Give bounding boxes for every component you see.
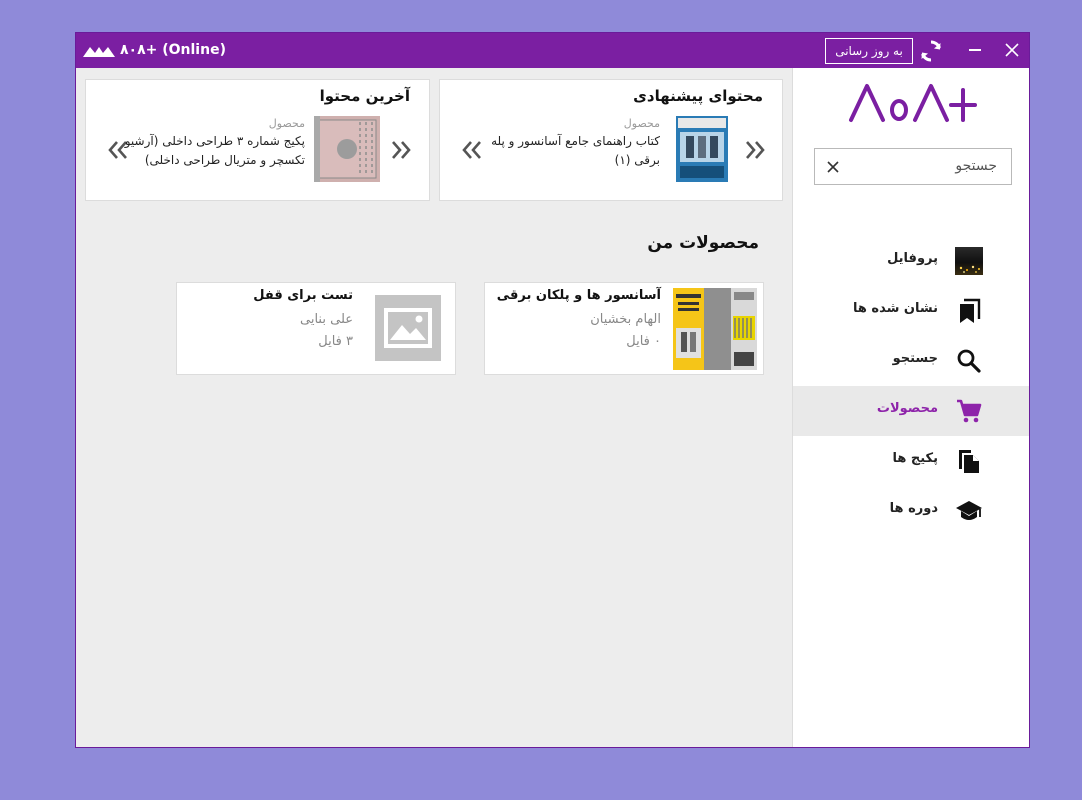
recommended-content-card: محتوای پیشنهادی کتاب راهنمای جامع آسانسو… [439, 79, 783, 201]
sidebar-item-profile[interactable]: پروفایل [793, 236, 1029, 286]
product-author: الهام بخشیان [590, 312, 661, 327]
product-thumbnail [673, 288, 757, 370]
recommended-desc-line1: کتاب راهنمای جامع آسانسور و پله [491, 134, 660, 148]
bookmarks-icon [960, 298, 981, 323]
close-icon[interactable] [1004, 42, 1020, 58]
recommended-content-title: محتوای پیشنهادی [633, 87, 763, 105]
title-bar[interactable]: ۸۰۸+ (Online) به روز رسانی [76, 33, 1029, 68]
book-cover-image [673, 288, 757, 370]
sidebar-item-label: دوره ها [889, 501, 938, 516]
search-box [814, 148, 1012, 185]
recommended-content-kind: محصول [623, 117, 660, 130]
my-products-title: محصولات من [647, 233, 759, 253]
product-title: آسانسور ها و پلکان برقی [496, 288, 661, 303]
latest-desc-line2: تکسچر و متریال طراحی داخلی) [144, 153, 305, 167]
sidebar-item-products[interactable]: محصولات [793, 386, 1029, 436]
sidebar-item-label: پکیج ها [892, 451, 938, 466]
product-file-count: ۳ فایل [318, 334, 353, 349]
sidebar-item-bookmarks[interactable]: نشان شده ها [793, 286, 1029, 336]
latest-content-description: پکیج شماره ۳ طراحی داخلی (آرشیو تکسچر و … [95, 132, 305, 170]
product-file-count: ۰ فایل [626, 334, 661, 349]
search-input[interactable] [845, 157, 999, 175]
placeholder-image-icon [375, 295, 441, 361]
sidebar-item-label: نشان شده ها [852, 301, 938, 316]
book-cover-image [676, 116, 728, 182]
window-title: ۸۰۸+ (Online) [120, 42, 226, 58]
recommended-content-thumbnail[interactable] [676, 116, 728, 182]
latest-desc-line1: پکیج شماره ۳ طراحی داخلی (آرشیو [124, 134, 305, 148]
product-card[interactable]: آسانسور ها و پلکان برقی الهام بخشیان ۰ ف… [484, 282, 764, 375]
sidebar-item-packages[interactable]: پکیج ها [793, 436, 1029, 486]
product-author: علی بنایی [300, 312, 353, 327]
sidebar-item-label: محصولات [876, 401, 938, 416]
documents-icon [959, 450, 979, 473]
product-title: تست برای قفل [253, 288, 353, 303]
chevrons-right-icon[interactable] [744, 140, 766, 160]
recommended-content-description: کتاب راهنمای جامع آسانسور و پله برقی (۱) [470, 132, 660, 170]
avatar [955, 247, 983, 275]
sidebar-item-search[interactable]: جستجو [793, 336, 1029, 386]
sync-icon[interactable] [919, 39, 943, 63]
chevrons-right-icon[interactable] [390, 140, 412, 160]
app-logo-icon [83, 47, 115, 57]
cart-icon [957, 399, 982, 423]
app-window: ۸۰۸+ (Online) به روز رسانی آخرین محتوا پ… [75, 32, 1030, 748]
texture-image [314, 116, 380, 182]
update-button[interactable]: به روز رسانی [825, 38, 913, 64]
graduation-cap-icon [956, 501, 982, 520]
sidebar: پروفایل نشان شده ها جستجو [792, 68, 1029, 747]
minimize-button[interactable] [969, 49, 981, 51]
product-card[interactable]: تست برای قفل علی بنایی ۳ فایل [176, 282, 456, 375]
latest-content-kind: محصول [268, 117, 305, 130]
sidebar-item-label: جستجو [892, 351, 938, 366]
recommended-desc-line2: برقی (۱) [614, 153, 660, 167]
brand-logo [849, 84, 977, 122]
sidebar-item-courses[interactable]: دوره ها [793, 486, 1029, 536]
clear-search-icon[interactable] [827, 161, 839, 173]
sidebar-item-label: پروفایل [887, 251, 938, 266]
latest-content-thumbnail[interactable] [314, 116, 380, 182]
latest-content-title: آخرین محتوا [319, 87, 410, 105]
latest-content-card: آخرین محتوا پکیج شماره ۳ طراحی داخلی (آر… [85, 79, 430, 201]
search-icon [957, 349, 981, 373]
